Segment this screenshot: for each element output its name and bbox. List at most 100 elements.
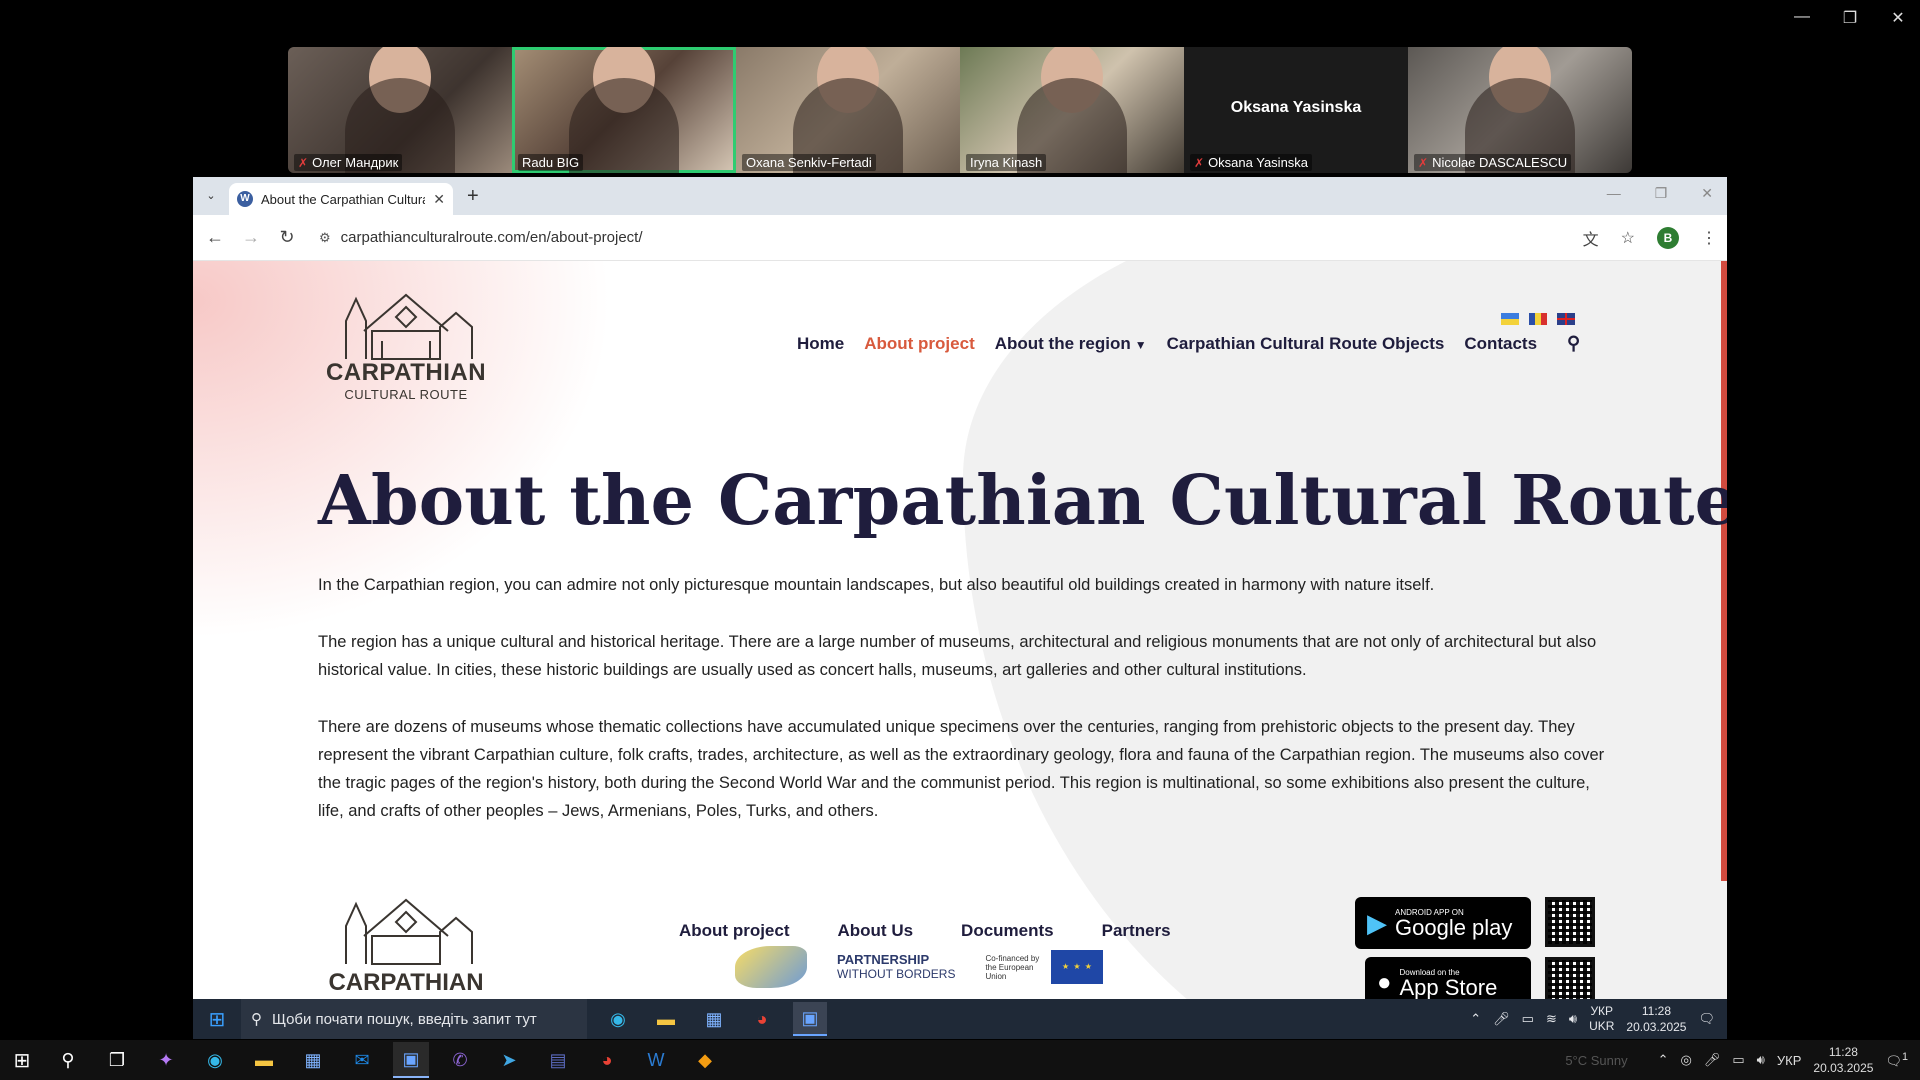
input-language[interactable]: УКР UKR [1589,1004,1614,1034]
nav-about-region[interactable]: About the region ▼ [995,334,1147,354]
notifications-icon[interactable]: 🗨︎1 [1885,1051,1908,1069]
footer-link-about-us[interactable]: About Us [838,921,914,941]
site-info-icon[interactable]: ⚙ [319,230,331,246]
viber-icon[interactable]: ✆ [442,1042,478,1078]
task-view-icon[interactable]: ❐ [99,1042,135,1078]
scrollbar[interactable] [1721,261,1727,881]
word-icon[interactable]: W [638,1042,674,1078]
windows-taskbar: ⊞ ⚲ ❐ ✦ ◉ ▬ ▦ ✉ ▣ ✆ ➤ ▤ ◕ W ◆ 5°C Sunny … [0,1040,1920,1080]
network-icon[interactable]: ▭ [1732,1052,1744,1068]
clock[interactable]: 11:28 20.03.2025 [1626,1003,1686,1035]
tab-close-icon[interactable]: ✕ [433,191,445,208]
bookmark-star-icon[interactable]: ☆ [1621,228,1635,248]
shared-screen-taskbar: ⊞ ⚲ Щоби почати пошук, введіть запит тут… [193,999,1727,1039]
file-explorer-icon[interactable]: ▬ [246,1042,282,1078]
search-icon[interactable]: ⚲ [50,1042,86,1078]
maximize-icon[interactable]: ❐ [1655,185,1668,202]
participant-name: ✗ Олег Мандрик [294,154,403,171]
store-icon[interactable]: ▦ [295,1042,331,1078]
show-hidden-icons-icon[interactable]: ⌃ [1470,1011,1481,1027]
back-icon[interactable]: ← [203,227,227,248]
microphone-icon[interactable]: 🎤︎ [1493,1011,1510,1027]
copilot-icon[interactable]: ✦ [148,1042,184,1078]
save-app-icon[interactable]: ▤ [540,1042,576,1078]
wifi-icon[interactable]: ≋ [1546,1011,1557,1027]
volume-icon[interactable]: 🔊︎ [1757,1052,1765,1068]
google-play-badge[interactable]: ▶ ANDROID APP ON Google play [1355,897,1531,949]
clock[interactable]: 11:28 20.03.2025 [1813,1044,1873,1076]
zoom-icon[interactable]: ▣ [793,1002,827,1036]
browser-tab[interactable]: W About the Carpathian Cultural F ✕ [229,183,453,215]
file-explorer-icon[interactable]: ▬ [649,1002,683,1036]
tab-search-icon[interactable]: ⌄ [201,186,221,206]
address-bar[interactable]: ⚙ carpathianculturalroute.com/en/about-p… [311,221,1571,254]
url-text[interactable]: carpathianculturalroute.com/en/about-pro… [341,229,643,246]
nav-about-project[interactable]: About project [864,334,975,354]
show-hidden-icons-icon[interactable]: ⌃ [1658,1052,1669,1068]
uk-flag-icon[interactable] [1557,313,1575,325]
participant-tile[interactable]: ✗ Олег Мандрик [288,47,512,173]
windows-start-icon[interactable]: ⊞ [0,1048,44,1073]
footer-link-about-project[interactable]: About project [679,921,790,941]
telegram-icon[interactable]: ➤ [491,1042,527,1078]
app-store-badge[interactable]: ● Download on the App Store [1365,957,1531,999]
mic-muted-icon: ✗ [1194,155,1205,170]
participant-tile[interactable]: Iryna Kinash [960,47,1184,173]
web-page: CARPATHIAN CULTURAL ROUTE Home About pro… [193,261,1727,999]
input-language[interactable]: УКР [1777,1053,1802,1068]
romania-flag-icon[interactable] [1529,313,1547,325]
chrome-icon[interactable]: ◕ [589,1042,625,1078]
close-icon[interactable]: ✕ [1701,185,1713,202]
menu-kebab-icon[interactable]: ⋮ [1701,228,1717,248]
edge-icon[interactable]: ◉ [601,1002,635,1036]
volume-icon[interactable]: 🔊︎ [1569,1011,1577,1027]
participant-tile[interactable]: ✗ Nicolae DASCALESCU [1408,47,1632,173]
new-tab-icon[interactable]: + [467,185,479,208]
store-icon[interactable]: ▦ [697,1002,731,1036]
edge-icon[interactable]: ◉ [197,1042,233,1078]
participant-tile[interactable]: Oxana Senkiv-Fertadi [736,47,960,173]
mic-muted-icon: ✗ [1418,155,1429,170]
chrome-icon[interactable]: ◕ [745,1002,779,1036]
tab-title: About the Carpathian Cultural F [261,191,425,207]
participant-tile[interactable]: Oksana Yasinska ✗ Oksana Yasinska [1184,47,1408,173]
battery-icon[interactable]: ▭ [1522,1011,1534,1027]
tab-bar: ⌄ W About the Carpathian Cultural F ✕ + … [193,177,1727,215]
participant-tile-active-speaker[interactable]: Radu BIG [512,47,736,173]
outlook-icon[interactable]: ✉ [344,1042,380,1078]
zoom-icon[interactable]: ▣ [393,1042,429,1078]
restore-icon[interactable]: ❐ [1842,8,1858,28]
eu-flag-icon: ★ ★ ★ [1051,950,1104,984]
participant-name: Oxana Senkiv-Fertadi [742,154,876,171]
search-icon[interactable]: ⚲ [1567,333,1580,354]
wordpress-favicon-icon: W [237,191,253,207]
translate-icon[interactable]: 文 [1583,226,1599,250]
profile-avatar[interactable]: B [1657,226,1679,249]
nav-route-objects[interactable]: Carpathian Cultural Route Objects [1167,334,1445,354]
notifications-icon[interactable]: 🗨︎ [1698,1011,1715,1027]
nav-home[interactable]: Home [797,334,844,354]
forward-icon[interactable]: → [239,227,263,248]
weather-widget[interactable]: 5°C Sunny [1565,1053,1627,1068]
site-logo[interactable]: CARPATHIAN CULTURAL ROUTE [321,291,491,402]
nav-contacts[interactable]: Contacts [1464,334,1537,354]
ukraine-flag-icon[interactable] [1501,313,1519,325]
camera-icon[interactable]: ◎ [1681,1052,1692,1068]
zoom-window-controls: — ❐ ✕ [1794,8,1906,28]
microsoft-365-icon[interactable]: ◆ [687,1042,723,1078]
footer-link-partners[interactable]: Partners [1102,921,1171,941]
paragraph: There are dozens of museums whose themat… [318,718,1605,820]
minimize-icon[interactable]: — [1607,185,1621,202]
minimize-icon[interactable]: — [1794,8,1810,28]
windows-start-icon[interactable]: ⊞ [193,1007,241,1032]
footer-link-documents[interactable]: Documents [961,921,1054,941]
browser-toolbar: ← → ↻ ⚙ carpathianculturalroute.com/en/a… [193,215,1727,261]
footer-logo[interactable]: CARPATHIAN [321,896,491,997]
participant-name: ✗ Oksana Yasinska [1190,154,1313,171]
reload-icon[interactable]: ↻ [275,227,299,248]
taskbar-search-box[interactable]: ⚲ Щоби почати пошук, введіть запит тут [241,999,587,1039]
microphone-icon[interactable]: 🎤︎ [1704,1052,1721,1068]
participant-name: Iryna Kinash [966,154,1047,171]
close-icon[interactable]: ✕ [1890,8,1906,28]
search-icon: ⚲ [251,1011,262,1028]
